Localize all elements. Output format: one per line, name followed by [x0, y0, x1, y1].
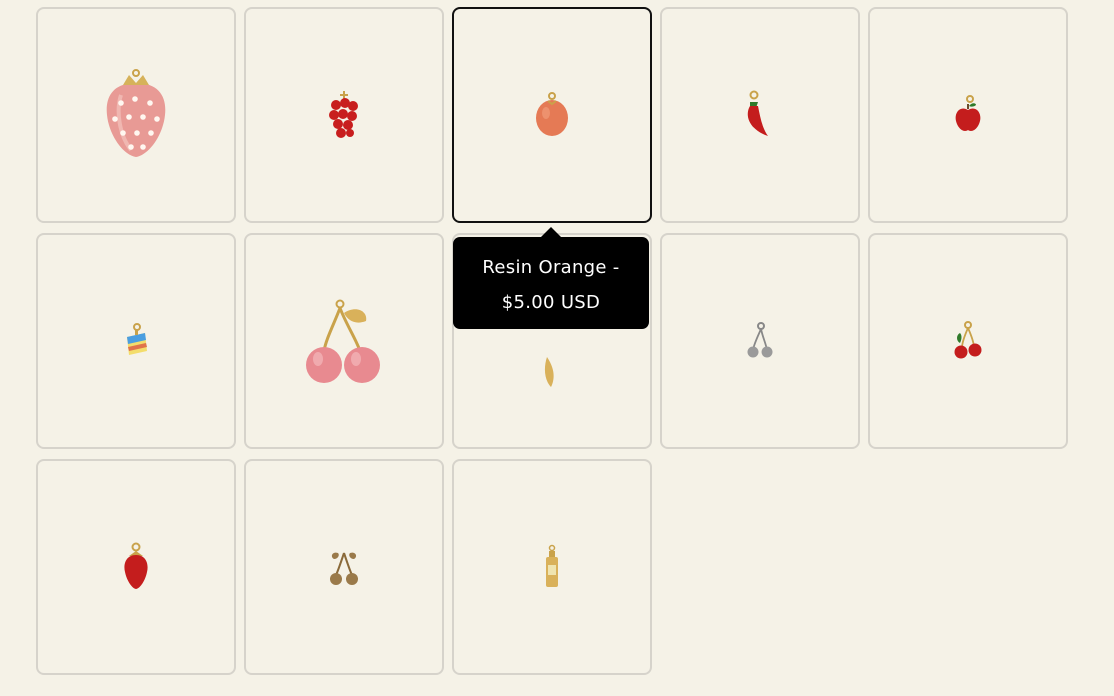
product-card-resin-orange[interactable] — [452, 7, 652, 223]
product-card-red-grapes[interactable] — [244, 7, 444, 223]
apple-charm-icon — [955, 95, 981, 131]
chili-pepper-charm-icon — [747, 90, 768, 136]
product-card-red-apple[interactable] — [868, 7, 1068, 223]
product-card-cake-slice[interactable] — [36, 233, 236, 449]
product-tooltip: Resin Orange - $5.00 USD — [453, 227, 649, 329]
orange-charm-icon — [536, 92, 568, 136]
product-card-red-cherries[interactable] — [868, 233, 1068, 449]
red-cherry-charm-icon — [954, 321, 982, 359]
pink-strawberry-charm-icon — [106, 69, 166, 157]
silver-cherry-charm-icon — [747, 322, 773, 358]
bronze-cherry-charm-icon — [330, 552, 358, 585]
product-card-red-strawberry[interactable] — [36, 459, 236, 675]
tooltip-product-name: Resin Orange - — [482, 257, 620, 278]
product-card-gold-bottle[interactable] — [452, 459, 652, 675]
cake-charm-icon — [127, 323, 147, 355]
red-grape-charm-icon — [329, 91, 358, 138]
product-card-chili-pepper[interactable] — [660, 7, 860, 223]
tooltip-product-price: $5.00 USD — [501, 292, 601, 313]
product-card-pink-strawberry[interactable] — [36, 7, 236, 223]
product-card-silver-cherries[interactable] — [660, 233, 860, 449]
product-card-pink-cherries[interactable] — [244, 233, 444, 449]
gold-bottle-charm-icon — [546, 544, 558, 587]
product-grid — [36, 7, 1068, 675]
gold-leaf-charm-icon — [544, 357, 554, 387]
red-strawberry-charm-icon — [124, 542, 148, 589]
pink-cherry-charm-icon — [306, 299, 380, 383]
product-card-bronze-cherries[interactable] — [244, 459, 444, 675]
